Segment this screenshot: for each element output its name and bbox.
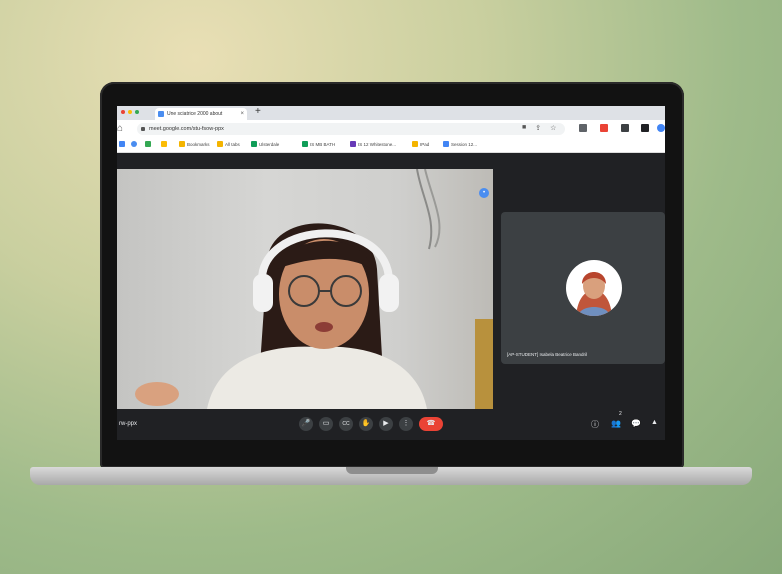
profile-avatar[interactable] <box>657 124 665 132</box>
bookmark-label: IS 12 Whitestone... <box>358 141 397 147</box>
bookmark-item[interactable]: Bookmarks <box>179 141 210 147</box>
bookmark-label: Bookmarks <box>187 141 210 147</box>
tab-meet[interactable]: Une sciatrice 2000 about × <box>155 108 247 120</box>
bookmark-item[interactable]: All tabs <box>217 141 240 147</box>
meet-favicon-icon <box>158 111 164 117</box>
bookmark-label: IS MB BATH <box>310 141 336 147</box>
more-options-button[interactable]: ⋮ <box>399 417 413 431</box>
window-minimize-icon[interactable] <box>128 110 132 114</box>
present-button[interactable]: ▶ <box>379 417 393 431</box>
bookmark-item[interactable] <box>131 141 137 147</box>
browser-tab-bar: Une sciatrice 2000 about × + <box>117 106 665 120</box>
chat-icon[interactable]: 💬 <box>631 419 641 428</box>
bookmark-star-icon[interactable]: ☆ <box>550 124 556 132</box>
lock-icon <box>141 127 145 131</box>
window-close-icon[interactable] <box>121 110 125 114</box>
bookmark-item[interactable]: IS 12 Whitestone... <box>350 141 396 147</box>
bookmark-item[interactable] <box>145 141 151 147</box>
bookmark-item[interactable]: Ulsterdale <box>251 141 279 147</box>
laptop-notch <box>346 467 438 474</box>
bookmark-item[interactable] <box>119 141 125 147</box>
speaker-video-frame <box>135 169 493 409</box>
window-maximize-icon[interactable] <box>135 110 139 114</box>
tab-close-icon[interactable]: × <box>240 111 244 117</box>
bookmark-item[interactable] <box>161 141 167 147</box>
bookmark-item[interactable]: IPad <box>412 141 429 147</box>
participant-video-main[interactable]: • <box>117 169 493 409</box>
captions-button[interactable]: CC <box>339 417 353 431</box>
bookmarks-bar: Bookmarks All tabs Ulsterdale IS MB BATH… <box>117 138 665 153</box>
participant-count-badge: 2 <box>619 411 622 417</box>
meet-stage: • [AP-STUDENT] Isabela Beatrice Bandril … <box>117 153 665 440</box>
address-bar-actions: ■ ⇪ ☆ <box>522 124 556 132</box>
bookmark-label: All tabs <box>225 141 240 147</box>
camera-indicator-icon[interactable]: ■ <box>522 124 526 132</box>
self-view-tile[interactable]: [AP-STUDENT] Isabela Beatrice Bandril <box>501 212 665 364</box>
extension-icon[interactable] <box>579 124 587 132</box>
activities-icon[interactable]: ▲ <box>651 419 658 426</box>
extension-red-icon[interactable] <box>600 124 608 132</box>
home-icon[interactable]: ⌂ <box>117 123 123 134</box>
meeting-details-icon[interactable]: ⓘ <box>591 419 599 430</box>
browser-toolbar: ⌂ meet.google.com/stu-fsow-ppx ■ ⇪ ☆ <box>117 120 665 138</box>
meeting-code: rw-ppx <box>119 421 138 427</box>
sidebar-icon[interactable] <box>641 124 649 132</box>
leave-call-button[interactable]: ☎ <box>419 417 443 431</box>
self-name-label: [AP-STUDENT] Isabela Beatrice Bandril <box>507 352 588 357</box>
url-text: meet.google.com/stu-fsow-ppx <box>149 126 224 132</box>
people-icon[interactable]: 👥 <box>611 419 621 428</box>
bookmark-item[interactable]: IS MB BATH <box>302 141 335 147</box>
new-tab-button[interactable]: + <box>255 106 261 117</box>
avatar <box>566 260 622 316</box>
more-options-icon[interactable]: • <box>479 188 489 198</box>
tab-title: Une sciatrice 2000 about <box>167 111 223 117</box>
share-icon[interactable]: ⇪ <box>535 124 541 132</box>
mic-button[interactable]: 🎤 <box>299 417 313 431</box>
camera-button[interactable]: ▭ <box>319 417 333 431</box>
address-bar[interactable]: meet.google.com/stu-fsow-ppx <box>137 123 565 135</box>
bookmark-label: IPad <box>420 141 430 147</box>
raise-hand-button[interactable]: ✋ <box>359 417 373 431</box>
meet-controls-bar: rw-ppx 🎤 ▭ CC ✋ ▶ ⋮ ☎ ⓘ 👥 2 💬 ▲ <box>117 409 665 440</box>
bookmark-label: Session 12... <box>451 141 478 147</box>
bookmark-label: Ulsterdale <box>259 141 280 147</box>
extensions-puzzle-icon[interactable] <box>621 124 629 132</box>
laptop-screen: Une sciatrice 2000 about × + ⌂ meet.goog… <box>117 106 665 440</box>
bookmark-item[interactable]: Session 12... <box>443 141 477 147</box>
